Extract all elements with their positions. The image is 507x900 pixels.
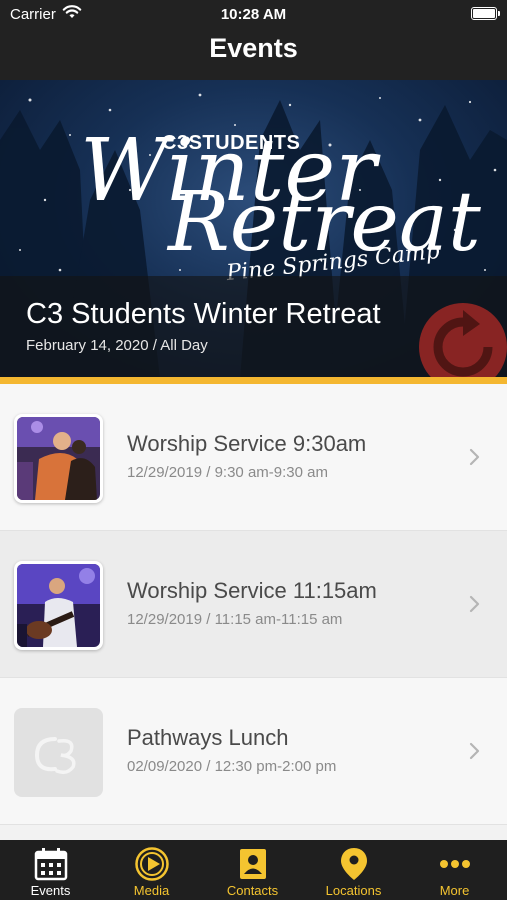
tab-label: Contacts bbox=[226, 883, 279, 898]
top-bar: Carrier 10:28 AM Events bbox=[0, 0, 507, 80]
contact-card-icon bbox=[239, 849, 266, 879]
tab-label: More bbox=[439, 883, 470, 898]
photo-people-hugging bbox=[17, 417, 100, 500]
tab-bar: Events Media Contacts Locations More bbox=[0, 840, 507, 900]
photo-guitarist bbox=[17, 564, 100, 647]
hero-title: C3 Students Winter Retreat bbox=[26, 298, 381, 330]
list-item[interactable]: Pathways Lunch 02/09/2020 / 12:30 pm-2:0… bbox=[0, 678, 507, 825]
refresh-icon[interactable] bbox=[418, 302, 507, 378]
list-item[interactable]: Worship Service 9:30am 12/29/2019 / 9:30… bbox=[0, 384, 507, 531]
chevron-right-icon bbox=[469, 742, 480, 760]
chevron-right-icon bbox=[469, 595, 480, 613]
tab-contacts[interactable]: Contacts bbox=[202, 840, 303, 900]
tab-label: Events bbox=[30, 883, 71, 898]
map-pin-icon bbox=[340, 848, 367, 880]
clock-time: 10:28 AM bbox=[220, 6, 287, 23]
more-dots-icon bbox=[439, 860, 470, 868]
tab-label: Locations bbox=[325, 883, 382, 898]
event-title: Worship Service 11:15am bbox=[127, 578, 377, 603]
event-date: 12/29/2019 / 9:30 am-9:30 am bbox=[127, 464, 328, 481]
hero-date: February 14, 2020 / All Day bbox=[26, 337, 208, 354]
page-title: Events bbox=[209, 33, 298, 63]
battery-icon bbox=[471, 7, 500, 20]
app-screen: Carrier 10:28 AM Events C3STUDENTS Winte… bbox=[0, 0, 507, 900]
chevron-right-icon bbox=[469, 448, 480, 466]
events-list: Worship Service 9:30am 12/29/2019 / 9:30… bbox=[0, 384, 507, 825]
play-circle-icon bbox=[134, 847, 169, 881]
tab-more[interactable]: More bbox=[404, 840, 505, 900]
event-title: Worship Service 9:30am bbox=[127, 431, 367, 456]
event-thumbnail bbox=[14, 708, 103, 797]
event-date: 12/29/2019 / 11:15 am-11:15 am bbox=[127, 611, 343, 628]
list-item[interactable]: Worship Service 11:15am 12/29/2019 / 11:… bbox=[0, 531, 507, 678]
accent-divider bbox=[0, 377, 507, 384]
event-thumbnail bbox=[14, 414, 103, 503]
c3-logo-placeholder bbox=[17, 711, 100, 794]
tab-locations[interactable]: Locations bbox=[303, 840, 404, 900]
status-bar: Carrier 10:28 AM bbox=[0, 0, 507, 28]
tab-label: Media bbox=[133, 883, 170, 898]
event-date: 02/09/2020 / 12:30 pm-2:00 pm bbox=[127, 758, 337, 775]
tab-events[interactable]: Events bbox=[0, 840, 101, 900]
featured-event-banner[interactable]: C3STUDENTS Winter Retreat Pine Springs C… bbox=[0, 80, 507, 378]
event-title: Pathways Lunch bbox=[127, 725, 289, 750]
tab-media[interactable]: Media bbox=[101, 840, 202, 900]
calendar-icon bbox=[34, 848, 67, 881]
event-thumbnail bbox=[14, 561, 103, 650]
